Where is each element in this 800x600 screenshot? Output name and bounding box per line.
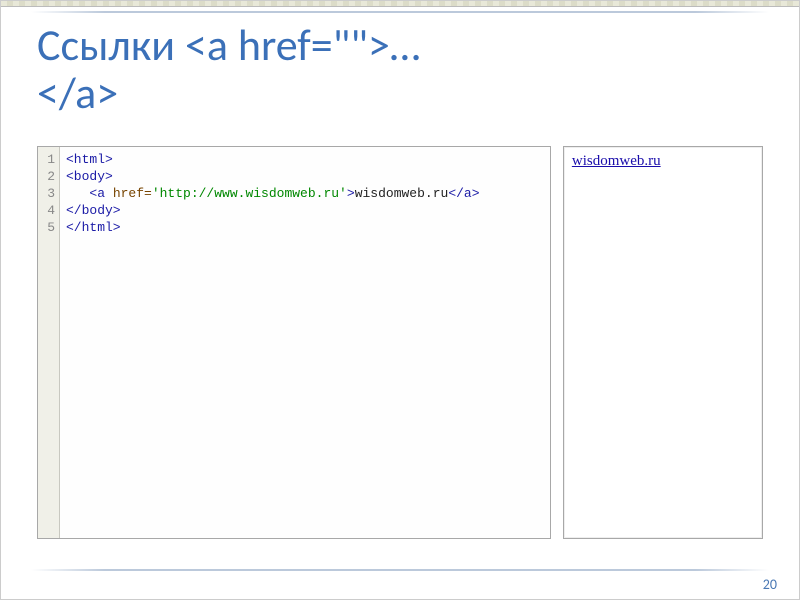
code-tag: <body> (66, 169, 113, 184)
code-text: wisdomweb.ru (355, 186, 449, 201)
code-editor-panel: 1 2 3 4 5 <html> <body> <a href='http://… (37, 146, 551, 539)
line-number: 4 (38, 202, 55, 219)
code-tag: </a> (448, 186, 479, 201)
code-string: 'http://www.wisdomweb.ru' (152, 186, 347, 201)
decoration-line-bottom (31, 569, 769, 571)
code-attr: href= (113, 186, 152, 201)
code-tag: </html> (66, 220, 121, 235)
code-area: <html> <body> <a href='http://www.wisdom… (60, 147, 550, 538)
decoration-line-top (31, 11, 769, 13)
line-number-gutter: 1 2 3 4 5 (38, 147, 60, 538)
code-tag: > (347, 186, 355, 201)
code-tag: <html> (66, 152, 113, 167)
content-panels: 1 2 3 4 5 <html> <body> <a href='http://… (37, 146, 763, 539)
code-tag: <a (89, 186, 112, 201)
code-indent (66, 186, 89, 201)
ruler-top (1, 1, 799, 7)
slide: Ссылки <a href="">… </a> 1 2 3 4 5 <html… (0, 0, 800, 600)
preview-panel: wisdomweb.ru (563, 146, 763, 539)
slide-title: Ссылки <a href="">… </a> (37, 21, 763, 118)
line-number: 3 (38, 185, 55, 202)
code-tag: </body> (66, 203, 121, 218)
line-number: 5 (38, 219, 55, 236)
line-number: 1 (38, 151, 55, 168)
slide-number: 20 (763, 576, 777, 593)
line-number: 2 (38, 168, 55, 185)
preview-link[interactable]: wisdomweb.ru (572, 153, 661, 169)
